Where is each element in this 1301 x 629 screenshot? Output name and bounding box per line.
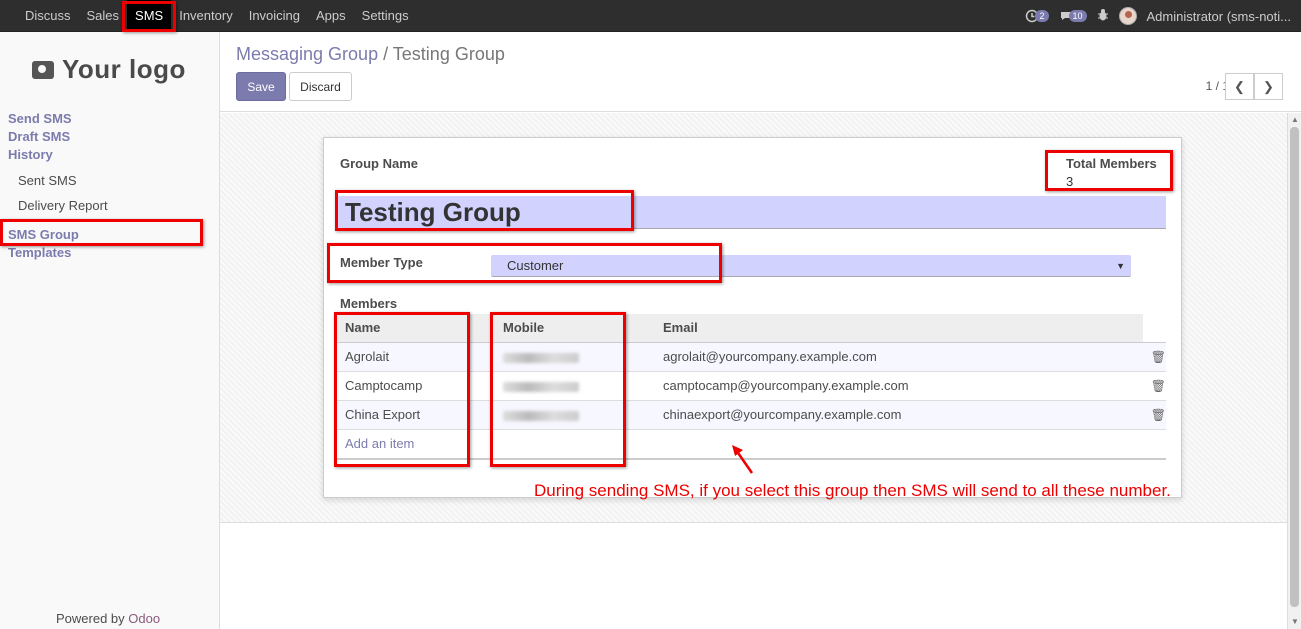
top-navbar: Discuss Sales SMS Inventory Invoicing Ap… xyxy=(0,0,1301,32)
control-panel: Messaging Group / Testing Group Save Dis… xyxy=(220,32,1301,112)
breadcrumb-separator: / xyxy=(383,44,389,64)
member-name: Camptocamp xyxy=(337,371,495,401)
messages-button[interactable]: 10 xyxy=(1059,9,1087,23)
menu-discuss[interactable]: Discuss xyxy=(17,0,79,32)
member-type-label: Member Type xyxy=(340,255,423,270)
member-email: chinaexport@yourcompany.example.com xyxy=(655,400,1143,430)
trash-icon: 🗑 xyxy=(1150,379,1166,393)
trash-icon: 🗑 xyxy=(1150,408,1166,422)
blurred-mobile xyxy=(503,410,579,421)
message-count-badge: 10 xyxy=(1068,10,1087,22)
add-item-link[interactable]: Add an item xyxy=(345,436,414,451)
menu-settings[interactable]: Settings xyxy=(354,0,417,32)
sidebar-item-send-sms[interactable]: Send SMS xyxy=(8,110,108,128)
chevron-right-icon: ❯ xyxy=(1263,78,1274,94)
table-row[interactable]: Camptocamp camptocamp@yourcompany.exampl… xyxy=(337,371,1166,401)
group-name-label: Group Name xyxy=(340,156,419,171)
member-mobile xyxy=(495,400,655,430)
annotation-text: During sending SMS, if you select this g… xyxy=(534,481,1171,500)
scrollbar-thumb[interactable] xyxy=(1290,127,1299,607)
save-button[interactable]: Save xyxy=(236,72,286,101)
group-name-input[interactable]: Testing Group xyxy=(337,196,1166,229)
odoo-link[interactable]: Odoo xyxy=(128,611,160,626)
pager-previous-button[interactable]: ❮ xyxy=(1225,73,1254,100)
breadcrumb-current: Testing Group xyxy=(392,44,505,64)
vertical-scrollbar[interactable]: ▲ ▼ xyxy=(1287,113,1301,629)
delete-row-button[interactable]: 🗑 xyxy=(1142,400,1166,430)
caret-down-icon: ▼ xyxy=(1116,261,1125,271)
bug-icon xyxy=(1097,9,1108,21)
member-email: agrolait@yourcompany.example.com xyxy=(655,342,1143,372)
member-type-select[interactable]: Customer ▼ xyxy=(491,255,1131,277)
member-type-value: Customer xyxy=(507,258,564,273)
member-mobile xyxy=(495,342,655,372)
column-name[interactable]: Name xyxy=(337,314,495,343)
sidebar-item-draft-sms[interactable]: Draft SMS xyxy=(8,128,108,146)
breadcrumb: Messaging Group / Testing Group xyxy=(236,44,505,65)
scroll-up-icon[interactable]: ▲ xyxy=(1290,115,1300,125)
scroll-down-icon[interactable]: ▼ xyxy=(1290,617,1300,627)
menu-invoicing[interactable]: Invoicing xyxy=(241,0,308,32)
company-logo[interactable]: Your logo xyxy=(32,54,186,85)
annotation-arrow-icon xyxy=(732,445,754,474)
activity-button[interactable]: 2 xyxy=(1025,9,1049,23)
chevron-left-icon: ❮ xyxy=(1234,78,1245,94)
breadcrumb-parent[interactable]: Messaging Group xyxy=(236,44,378,64)
pager-next-button[interactable]: ❯ xyxy=(1254,73,1283,100)
debug-button[interactable] xyxy=(1097,8,1109,24)
user-menu[interactable]: Administrator (sms-noti... xyxy=(1147,9,1291,24)
delete-row-button[interactable]: 🗑 xyxy=(1142,342,1166,372)
table-row[interactable]: China Export chinaexport@yourcompany.exa… xyxy=(337,400,1166,430)
menu-sms[interactable]: SMS xyxy=(127,0,172,32)
blurred-mobile xyxy=(503,381,579,392)
member-mobile xyxy=(495,371,655,401)
camera-icon xyxy=(32,60,54,79)
members-table: Name Mobile Email Agrolait agrolait@your… xyxy=(337,314,1166,458)
discard-button[interactable]: Discard xyxy=(289,72,352,101)
column-actions xyxy=(1142,314,1166,343)
column-email[interactable]: Email xyxy=(655,314,1143,343)
total-members-value: 3 xyxy=(1066,174,1074,189)
powered-by-label: Powered by xyxy=(56,611,125,626)
member-name: Agrolait xyxy=(337,342,495,372)
main-menu: Discuss Sales SMS Inventory Invoicing Ap… xyxy=(0,0,417,32)
table-row[interactable]: Agrolait agrolait@yourcompany.example.co… xyxy=(337,342,1166,372)
sidebar-item-history[interactable]: History xyxy=(8,146,108,164)
powered-by: Powered by Odoo xyxy=(56,611,160,626)
sidebar: Your logo Send SMS Draft SMS History Sen… xyxy=(0,32,220,629)
members-label: Members xyxy=(340,296,398,311)
delete-row-button[interactable]: 🗑 xyxy=(1142,371,1166,401)
sidebar-nav: Send SMS Draft SMS History Sent SMS Deli… xyxy=(8,110,108,262)
column-mobile[interactable]: Mobile xyxy=(495,314,655,343)
activity-count-badge: 2 xyxy=(1035,10,1049,22)
total-members-label: Total Members xyxy=(1066,156,1157,171)
member-name: China Export xyxy=(337,400,495,430)
member-email: camptocamp@yourcompany.example.com xyxy=(655,371,1143,401)
user-avatar[interactable] xyxy=(1118,7,1137,25)
menu-apps[interactable]: Apps xyxy=(308,0,354,32)
systray: 2 10 Administrator (sms-noti... xyxy=(1025,0,1291,32)
sidebar-item-sent-sms[interactable]: Sent SMS xyxy=(8,168,108,193)
menu-inventory[interactable]: Inventory xyxy=(171,0,240,32)
sidebar-item-templates[interactable]: Templates xyxy=(8,244,108,262)
sidebar-item-sms-group[interactable]: SMS Group xyxy=(8,226,108,244)
menu-sales[interactable]: Sales xyxy=(79,0,128,32)
sidebar-item-delivery-report[interactable]: Delivery Report xyxy=(8,193,108,218)
trash-icon: 🗑 xyxy=(1150,350,1166,364)
blurred-mobile xyxy=(503,352,579,363)
logo-text: Your logo xyxy=(62,54,186,84)
